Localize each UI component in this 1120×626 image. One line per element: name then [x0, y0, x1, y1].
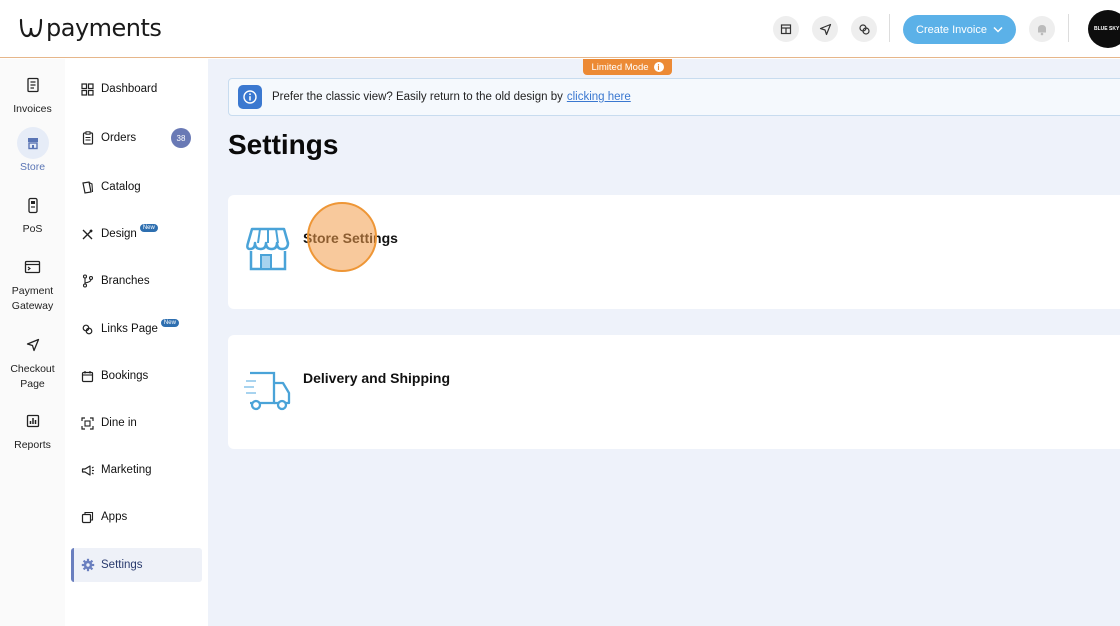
new-badge: New: [160, 319, 179, 327]
storefront-icon: [244, 223, 292, 275]
store-nav: Dashboard Orders 38 Catalog Design New B…: [65, 59, 208, 626]
links-icon: [80, 322, 95, 337]
design-icon: [80, 227, 95, 242]
nav-label: Settings: [101, 559, 143, 571]
send-icon[interactable]: [812, 16, 838, 42]
nav-label: Dashboard: [101, 83, 158, 95]
card-title: Delivery and Shipping: [303, 370, 451, 386]
info-icon: i: [653, 62, 664, 72]
rail-label: Store: [19, 161, 46, 173]
store-settings-card[interactable]: Store Settings: [228, 195, 1120, 309]
header-divider: [1068, 14, 1069, 42]
checkout-icon: [17, 329, 49, 361]
payment-gateway-icon: [17, 251, 49, 283]
nav-label: Bookings: [101, 370, 149, 382]
rail-label: Payment Gateway: [11, 285, 54, 312]
nav-item-apps[interactable]: Apps: [71, 500, 202, 534]
classic-view-banner: Prefer the classic view? Easily return t…: [228, 78, 1120, 116]
bell-icon[interactable]: [1029, 16, 1055, 42]
delivery-truck-icon: [244, 363, 292, 415]
pos-icon: [17, 189, 49, 221]
qr-icon: [80, 416, 95, 431]
nav-label: Design: [101, 228, 137, 240]
rail-item-payment-gateway[interactable]: Payment Gateway: [0, 251, 65, 314]
nav-item-links-page[interactable]: Links Page New: [71, 312, 202, 346]
reports-icon: [17, 405, 49, 437]
rail-item-store[interactable]: Store: [0, 127, 65, 175]
nav-item-settings[interactable]: Settings: [71, 548, 202, 582]
classic-view-link[interactable]: clicking here: [567, 91, 631, 103]
nav-label: Links Page: [101, 323, 158, 335]
nav-item-marketing[interactable]: Marketing: [71, 453, 202, 487]
chevron-down-icon: [993, 26, 1003, 33]
rail-label: Invoices: [13, 103, 52, 115]
nav-label: Marketing: [101, 464, 152, 476]
link-icon[interactable]: [851, 16, 877, 42]
banner-text: Prefer the classic view? Easily return t…: [272, 91, 563, 103]
branches-icon: [80, 274, 95, 289]
nav-label: Apps: [101, 511, 128, 523]
app-rail: Invoices Store PoS Payment Gateway Check…: [0, 59, 65, 626]
rail-item-reports[interactable]: Reports: [0, 405, 65, 453]
nav-item-design[interactable]: Design New: [71, 217, 202, 251]
avatar[interactable]: BLUE SKY: [1088, 10, 1120, 48]
nav-label: Orders: [101, 132, 137, 144]
rail-item-checkout-page[interactable]: Checkout Page: [0, 329, 65, 392]
nav-item-dine-in[interactable]: Dine in: [71, 406, 202, 440]
store-icon: [16, 127, 49, 159]
header-divider: [889, 14, 890, 42]
main-content: Prefer the classic view? Easily return t…: [208, 59, 1120, 626]
info-icon: [238, 85, 262, 109]
page-title: Settings: [228, 129, 339, 160]
rail-item-pos[interactable]: PoS: [0, 189, 65, 237]
nav-label: Dine in: [101, 417, 137, 429]
nav-label: Branches: [101, 275, 150, 287]
delivery-shipping-card[interactable]: Delivery and Shipping: [228, 335, 1120, 449]
store-view-icon[interactable]: [773, 16, 799, 42]
nav-item-bookings[interactable]: Bookings: [71, 359, 202, 393]
catalog-icon: [80, 180, 95, 195]
logo-text: payments: [46, 14, 162, 42]
create-invoice-label: Create Invoice: [916, 23, 987, 36]
rail-label: PoS: [22, 223, 43, 235]
nav-item-orders[interactable]: Orders 38: [71, 121, 202, 155]
gear-icon: [80, 558, 95, 573]
invoice-icon: [17, 69, 49, 101]
top-header: payments Create Invoice BLUE SKY: [0, 0, 1120, 58]
nav-label: Catalog: [101, 181, 141, 193]
rail-label: Checkout Page: [10, 363, 55, 390]
create-invoice-button[interactable]: Create Invoice: [903, 15, 1016, 44]
calendar-icon: [80, 369, 95, 384]
new-badge: New: [139, 224, 158, 232]
rail-label: Reports: [14, 439, 51, 451]
dashboard-icon: [80, 82, 95, 97]
limited-mode-badge[interactable]: Limited Mode i: [583, 59, 672, 75]
card-title: Store Settings: [303, 230, 398, 246]
logo-mark-icon: [19, 18, 43, 38]
limited-mode-label: Limited Mode: [591, 61, 649, 73]
megaphone-icon: [80, 463, 95, 478]
nav-item-catalog[interactable]: Catalog: [71, 170, 202, 204]
orders-icon: [80, 131, 95, 146]
logo[interactable]: payments: [18, 12, 162, 44]
apps-icon: [80, 510, 95, 525]
nav-item-dashboard[interactable]: Dashboard: [71, 72, 202, 106]
avatar-text: BLUE SKY: [1094, 26, 1120, 32]
rail-item-invoices[interactable]: Invoices: [0, 69, 65, 117]
orders-count-badge: 38: [171, 128, 191, 148]
nav-item-branches[interactable]: Branches: [71, 264, 202, 298]
